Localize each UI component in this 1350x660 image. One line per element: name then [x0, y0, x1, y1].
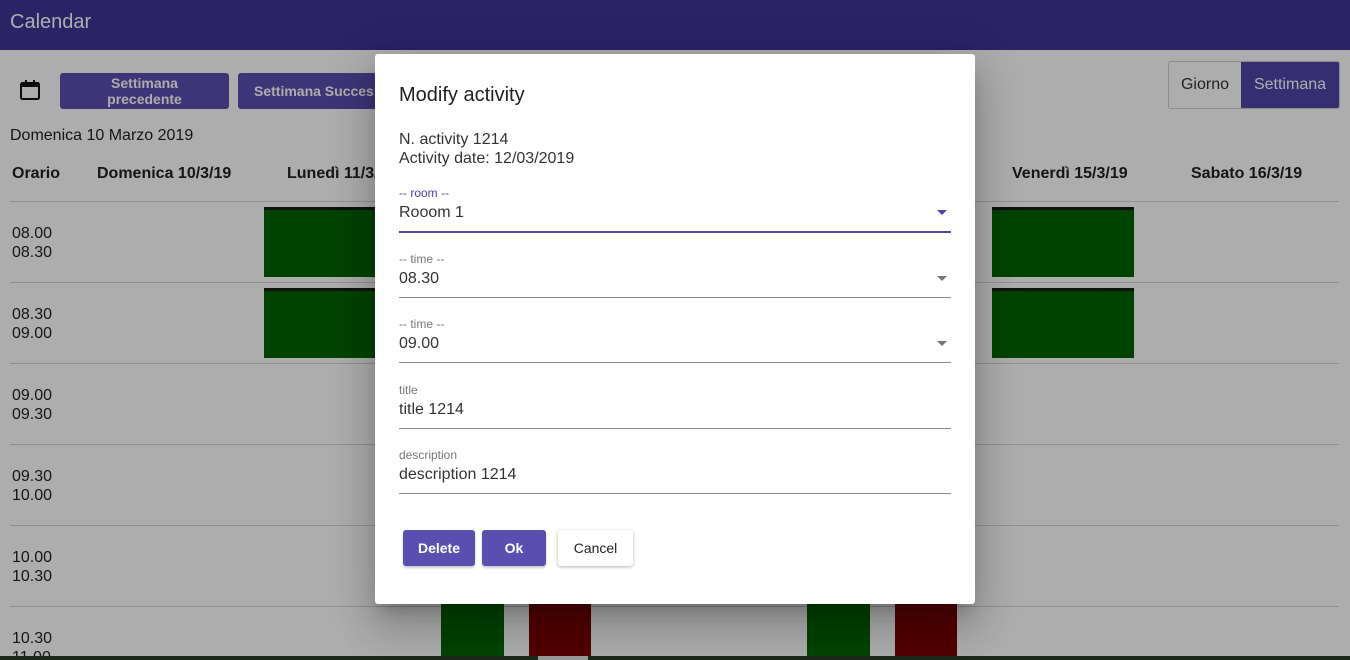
- start-time-value: 08.30: [399, 270, 440, 287]
- field-underline: [399, 493, 951, 494]
- end-time-label: -- time --: [399, 317, 445, 331]
- chevron-down-icon: [937, 341, 947, 346]
- description-input-value: description 1214: [399, 466, 517, 483]
- field-underline: [399, 231, 951, 233]
- dialog-title: Modify activity: [399, 84, 525, 106]
- title-input-value: title 1214: [399, 401, 464, 418]
- room-select-value: Rooom 1: [399, 204, 464, 221]
- modify-activity-dialog: Modify activity N. activity 1214 Activit…: [375, 54, 975, 604]
- end-time-value: 09.00: [399, 335, 440, 352]
- activity-date: Activity date: 12/03/2019: [399, 150, 575, 167]
- title-input-label: title: [399, 383, 418, 397]
- ok-button[interactable]: Ok: [482, 530, 546, 566]
- horizontal-scrollbar[interactable]: [0, 656, 1350, 660]
- end-time-select[interactable]: -- time -- 09.00: [399, 317, 951, 363]
- field-underline: [399, 297, 951, 298]
- field-underline: [399, 362, 951, 363]
- description-input-label: description: [399, 448, 458, 462]
- activity-number: N. activity 1214: [399, 131, 509, 148]
- description-input[interactable]: description description 1214: [399, 448, 951, 494]
- start-time-select[interactable]: -- time -- 08.30: [399, 252, 951, 298]
- field-underline: [399, 428, 951, 429]
- room-select-label: -- room --: [399, 186, 449, 200]
- cancel-button[interactable]: Cancel: [558, 530, 633, 566]
- title-input[interactable]: title title 1214: [399, 383, 951, 429]
- start-time-label: -- time --: [399, 252, 445, 266]
- chevron-down-icon: [937, 210, 947, 215]
- scrollbar-thumb[interactable]: [538, 656, 588, 660]
- delete-button[interactable]: Delete: [403, 530, 475, 566]
- chevron-down-icon: [937, 276, 947, 281]
- room-select[interactable]: -- room -- Rooom 1: [399, 186, 951, 234]
